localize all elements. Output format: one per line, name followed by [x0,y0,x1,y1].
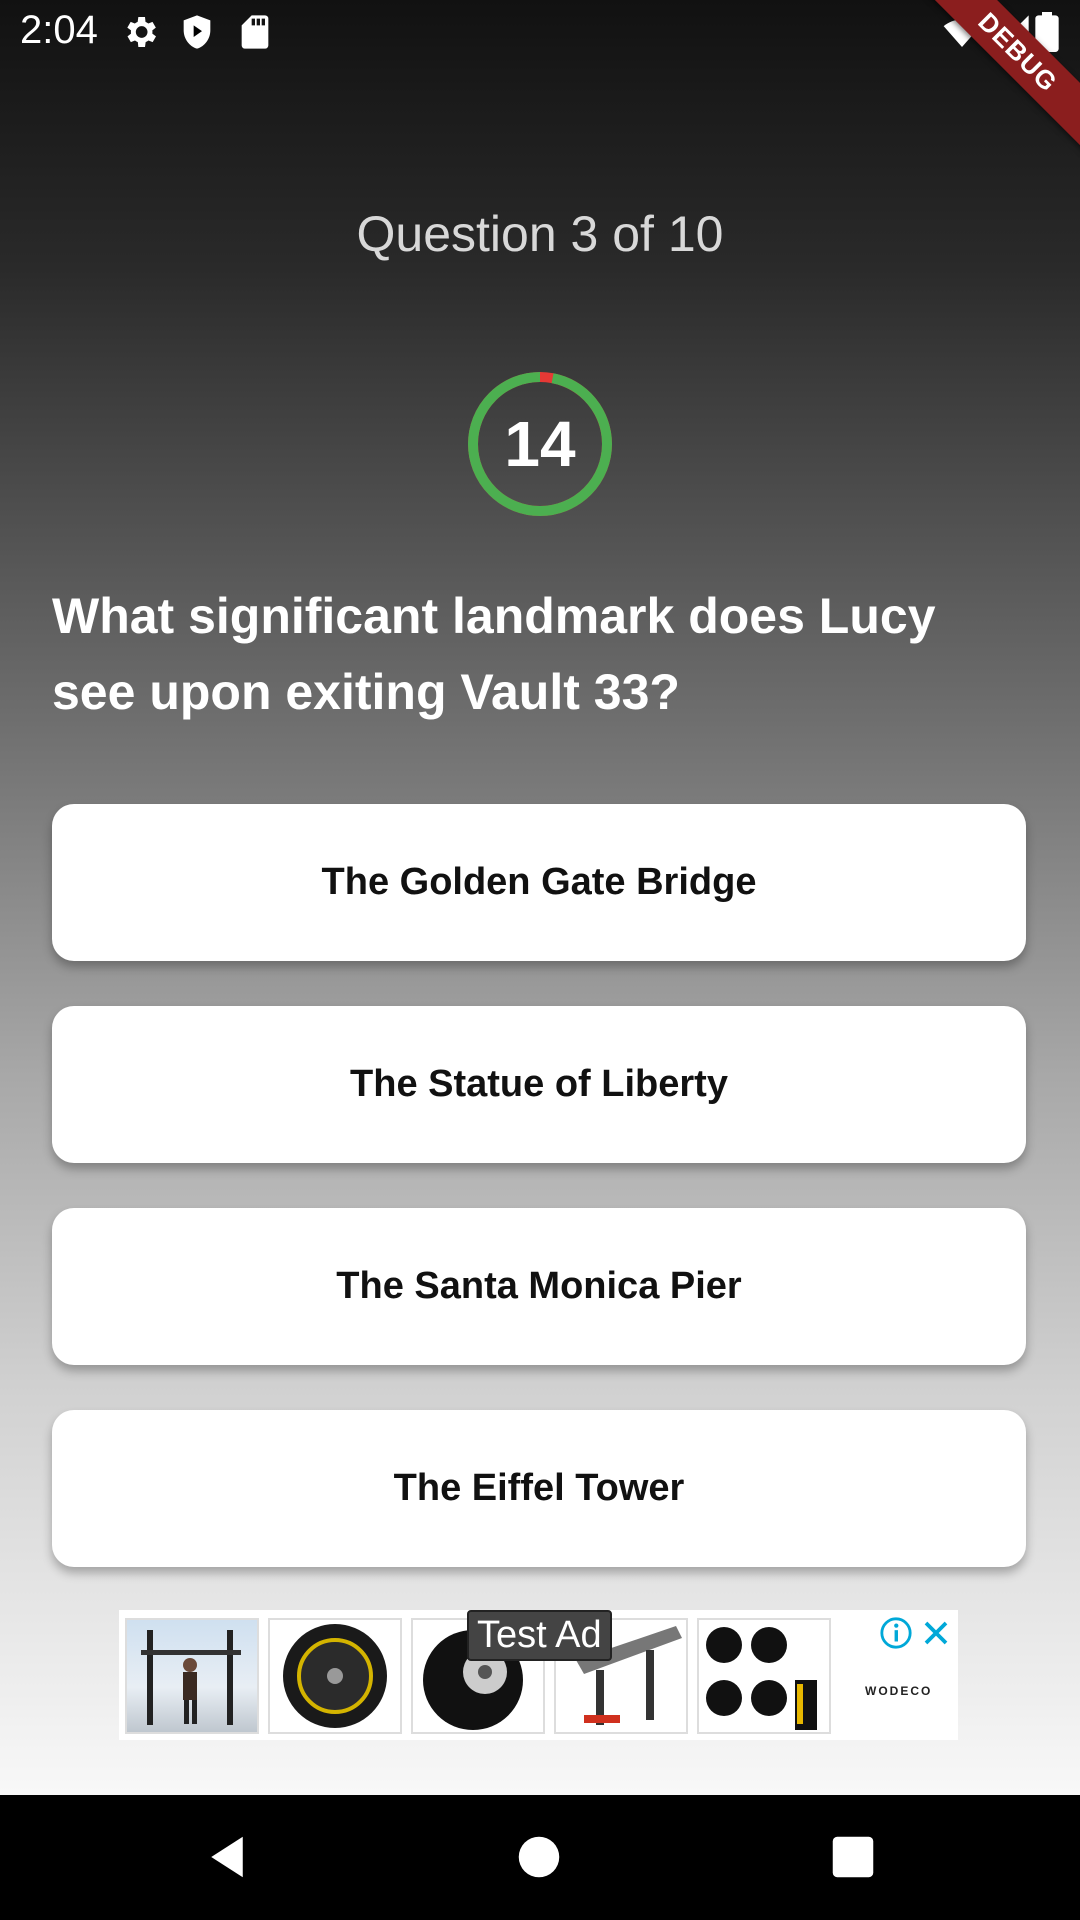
answer-button-4[interactable]: The Eiffel Tower [52,1410,1026,1567]
close-icon[interactable] [921,1618,951,1648]
answer-label: The Golden Gate Bridge [321,861,757,903]
answer-button-3[interactable]: The Santa Monica Pier [52,1208,1026,1365]
ad-image-weight-plate[interactable] [268,1618,402,1734]
ad-brand: WODECO [865,1684,933,1698]
question-counter: Question 3 of 10 [356,206,724,262]
quiz-screen: 2:04 DEBUG Question 3 of 10 14 What sign… [0,0,1080,1795]
countdown-timer: 14 [466,370,614,518]
answer-label: The Statue of Liberty [350,1063,728,1105]
answer-button-1[interactable]: The Golden Gate Bridge [52,804,1026,961]
timer-value: 14 [504,408,576,480]
status-time: 2:04 [20,8,98,52]
ad-image-plate-set[interactable] [697,1618,831,1734]
status-bar: 2:04 DEBUG [0,0,1080,153]
ad-banner[interactable]: Test Ad WODECO [119,1610,958,1740]
recents-icon[interactable] [826,1830,880,1884]
answer-label: The Santa Monica Pier [336,1265,742,1307]
navigation-bar [0,1795,1080,1920]
answer-button-2[interactable]: The Statue of Liberty [52,1006,1026,1163]
home-icon[interactable] [512,1830,566,1884]
ad-image-squat-rack[interactable] [125,1618,259,1734]
sd-card-icon [241,15,269,49]
back-icon[interactable] [200,1830,254,1884]
gear-icon [127,17,156,47]
info-icon[interactable] [879,1616,913,1650]
shield-play-icon [183,15,211,49]
test-ad-label: Test Ad [467,1610,612,1661]
question-text: What significant landmark does Lucy see … [52,588,936,720]
answer-label: The Eiffel Tower [393,1467,685,1509]
